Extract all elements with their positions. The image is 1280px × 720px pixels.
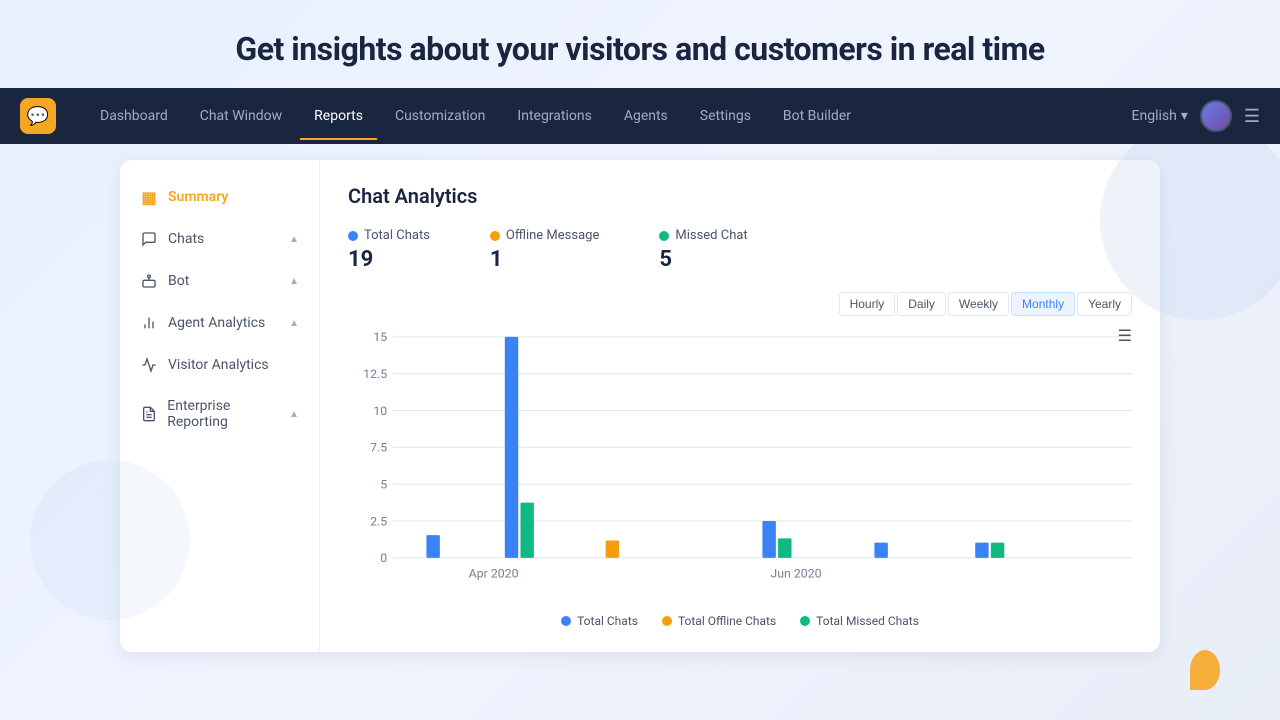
sidebar-label-enterprise-reporting: Enterprise Reporting (167, 398, 289, 430)
nav-settings[interactable]: Settings (686, 100, 765, 132)
chats-icon (140, 230, 158, 248)
nav-right: English ▾ ☰ (1132, 100, 1260, 132)
chart-area: ☰ 15 12.5 10 7.5 5 2.5 (348, 326, 1132, 606)
stats-row: Total Chats 19 Offline Message 1 Missed … (348, 228, 1132, 272)
legend-dot-orange (662, 616, 672, 626)
nav-integrations[interactable]: Integrations (503, 100, 605, 132)
visitor-analytics-icon (140, 356, 158, 374)
svg-text:15: 15 (373, 330, 387, 344)
sidebar-item-enterprise-reporting[interactable]: Enterprise Reporting ▲ (120, 386, 319, 442)
svg-text:2.5: 2.5 (370, 515, 387, 529)
legend-dot-blue (561, 616, 571, 626)
missed-chat-dot (659, 231, 669, 241)
chevron-icon-chats: ▲ (289, 234, 299, 245)
language-label: English (1132, 108, 1177, 124)
sidebar-label-bot: Bot (168, 273, 189, 289)
filter-weekly[interactable]: Weekly (948, 292, 1009, 316)
main-container: ▦ Summary Chats ▲ (120, 160, 1160, 652)
offline-message-value: 1 (490, 247, 599, 272)
total-chats-label: Total Chats (364, 228, 430, 243)
orange-chat-decoration (1190, 650, 1220, 690)
sidebar-item-bot[interactable]: Bot ▲ (120, 260, 319, 302)
main-content: Chat Analytics Total Chats 19 Offline Me… (320, 160, 1160, 652)
hero-text: Get insights about your visitors and cus… (0, 0, 1280, 88)
filter-yearly[interactable]: Yearly (1077, 292, 1132, 316)
nav-links: Dashboard Chat Window Reports Customizat… (86, 100, 1132, 132)
chevron-down-icon: ▾ (1181, 108, 1188, 124)
offline-message-dot (490, 231, 500, 241)
svg-text:7.5: 7.5 (370, 441, 387, 455)
nav-customization[interactable]: Customization (381, 100, 499, 132)
chevron-icon-agent: ▲ (289, 318, 299, 329)
page-title: Chat Analytics (348, 184, 1132, 208)
navbar: 💬 Dashboard Chat Window Reports Customiz… (0, 88, 1280, 144)
sidebar-label-agent-analytics: Agent Analytics (168, 315, 265, 331)
filter-hourly[interactable]: Hourly (839, 292, 896, 316)
stat-offline-message: Offline Message 1 (490, 228, 599, 272)
sidebar-label-chats: Chats (168, 231, 204, 247)
sidebar-item-chats[interactable]: Chats ▲ (120, 218, 319, 260)
chart-menu-icon[interactable]: ☰ (1118, 326, 1132, 345)
chart-svg: 15 12.5 10 7.5 5 2.5 0 (348, 326, 1132, 586)
stat-missed-chat: Missed Chat 5 (659, 228, 747, 272)
sidebar-item-agent-analytics[interactable]: Agent Analytics ▲ (120, 302, 319, 344)
nav-chat-window[interactable]: Chat Window (186, 100, 296, 132)
legend-offline-chats: Total Offline Chats (662, 614, 776, 628)
missed-chat-value: 5 (659, 247, 747, 272)
svg-text:10: 10 (373, 404, 387, 418)
legend-label-total-chats: Total Chats (577, 614, 638, 628)
agent-analytics-icon (140, 314, 158, 332)
total-chats-dot (348, 231, 358, 241)
nav-dashboard[interactable]: Dashboard (86, 100, 182, 132)
svg-text:0: 0 (380, 551, 387, 565)
filter-monthly[interactable]: Monthly (1011, 292, 1075, 316)
time-filters: Hourly Daily Weekly Monthly Yearly (348, 292, 1132, 316)
svg-text:Apr 2020: Apr 2020 (469, 567, 519, 581)
nav-bot-builder[interactable]: Bot Builder (769, 100, 865, 132)
menu-icon[interactable]: ☰ (1244, 106, 1260, 127)
sidebar-item-visitor-analytics[interactable]: Visitor Analytics (120, 344, 319, 386)
legend-label-offline-chats: Total Offline Chats (678, 614, 776, 628)
chevron-icon-bot: ▲ (289, 276, 299, 287)
sidebar-label-visitor-analytics: Visitor Analytics (168, 357, 269, 373)
summary-icon: ▦ (140, 188, 158, 206)
offline-message-label: Offline Message (506, 228, 599, 243)
sidebar: ▦ Summary Chats ▲ (120, 160, 320, 652)
chevron-icon-enterprise: ▲ (289, 409, 299, 420)
nav-agents[interactable]: Agents (610, 100, 682, 132)
legend-dot-green (800, 616, 810, 626)
enterprise-reporting-icon (140, 405, 157, 423)
filter-daily[interactable]: Daily (897, 292, 946, 316)
legend-missed-chats: Total Missed Chats (800, 614, 919, 628)
svg-text:5: 5 (380, 478, 387, 492)
legend-total-chats: Total Chats (561, 614, 638, 628)
sidebar-label-summary: Summary (168, 189, 228, 205)
sidebar-item-summary[interactable]: ▦ Summary (120, 176, 319, 218)
legend-label-missed-chats: Total Missed Chats (816, 614, 919, 628)
logo[interactable]: 💬 (20, 98, 56, 134)
total-chats-value: 19 (348, 247, 430, 272)
missed-chat-label: Missed Chat (675, 228, 747, 243)
svg-text:Jun 2020: Jun 2020 (770, 567, 821, 581)
stat-total-chats: Total Chats 19 (348, 228, 430, 272)
avatar[interactable] (1200, 100, 1232, 132)
logo-icon: 💬 (20, 98, 56, 134)
chart-legend: Total Chats Total Offline Chats Total Mi… (348, 614, 1132, 628)
language-selector[interactable]: English ▾ (1132, 108, 1188, 124)
svg-text:12.5: 12.5 (363, 367, 387, 381)
bot-icon (140, 272, 158, 290)
nav-reports[interactable]: Reports (300, 100, 377, 132)
